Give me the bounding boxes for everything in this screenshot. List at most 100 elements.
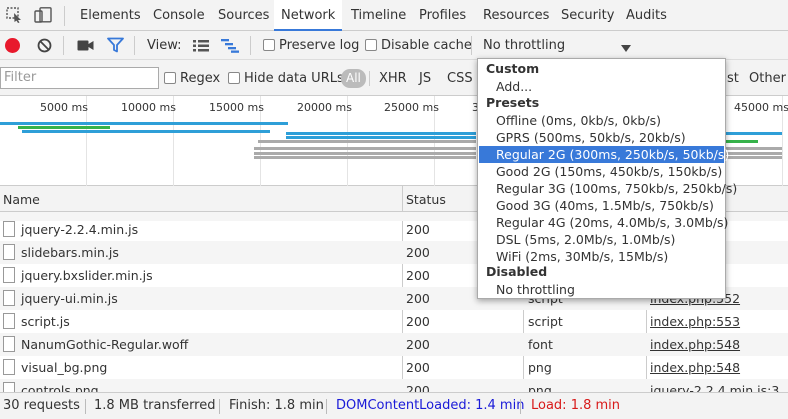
menu-item-offline[interactable]: Offline (0ms, 0kb/s, 0kb/s) <box>479 112 724 129</box>
throttling-menu[interactable]: Custom Add... Presets Offline (0ms, 0kb/… <box>477 58 737 299</box>
overview-bar <box>22 130 270 133</box>
menu-item-gprs[interactable]: GPRS (500ms, 50kb/s, 20kb/s) <box>479 129 724 146</box>
filter-type-js[interactable]: JS <box>419 71 431 86</box>
toolbar-divider <box>134 36 135 55</box>
overview-bar <box>258 140 476 143</box>
request-status: 200 <box>406 314 430 329</box>
filter-type-css[interactable]: CSS <box>447 71 473 86</box>
menu-item-add[interactable]: Add... <box>479 78 724 95</box>
status-divider <box>326 399 327 414</box>
tab-timeline[interactable]: Timeline <box>344 0 413 31</box>
request-name: jquery-2.2.4.min.js <box>21 222 139 237</box>
tab-sources[interactable]: Sources <box>211 0 276 31</box>
record-button[interactable] <box>5 38 20 53</box>
devtools-tabbar: Elements Console Sources Network Timelin… <box>0 0 788 31</box>
overview-bar <box>726 156 782 159</box>
menu-group-custom: Custom <box>486 61 540 76</box>
overview-bar <box>254 152 476 155</box>
request-status: 200 <box>406 291 430 306</box>
column-header-name[interactable]: Name <box>3 192 40 207</box>
device-mode-icon[interactable] <box>34 7 52 23</box>
capture-screenshots-icon[interactable] <box>77 39 94 55</box>
large-rows-icon[interactable] <box>193 40 209 55</box>
overview-bar <box>254 156 476 159</box>
throttling-select[interactable]: No throttling <box>483 38 565 53</box>
tab-profiles[interactable]: Profiles <box>412 0 473 31</box>
file-icon <box>3 290 15 306</box>
menu-item-wifi[interactable]: WiFi (2ms, 30Mb/s, 15Mb/s) <box>479 248 724 265</box>
status-divider <box>520 399 521 414</box>
waterfall-overview-icon[interactable] <box>221 39 239 56</box>
file-icon <box>3 336 15 352</box>
overview-bar <box>18 126 110 129</box>
overview-tick: 25000 ms <box>384 101 439 114</box>
tab-console[interactable]: Console <box>146 0 212 31</box>
filter-type-websocket[interactable]: st <box>727 71 739 86</box>
table-row[interactable]: script.js 200 script index.php:553 <box>0 310 788 333</box>
tab-audits[interactable]: Audits <box>619 0 674 31</box>
request-count: 30 requests <box>3 398 80 413</box>
request-status: 200 <box>406 222 430 237</box>
filter-divider <box>369 71 370 86</box>
request-status: 200 <box>406 383 430 392</box>
tabbar-divider <box>64 6 65 26</box>
menu-item-regular-3g[interactable]: Regular 3G (100ms, 750kb/s, 250kb/s) <box>479 180 737 197</box>
request-initiator-link[interactable]: jquery-2.2.4.min.js:3 <box>650 383 779 392</box>
overview-bar <box>726 152 782 155</box>
menu-item-regular-4g[interactable]: Regular 4G (20ms, 4.0Mb/s, 3.0Mb/s) <box>479 214 728 231</box>
overview-tick: 10000 ms <box>121 101 176 114</box>
filter-input[interactable]: Filter <box>0 67 159 89</box>
tab-security[interactable]: Security <box>554 0 621 31</box>
finish-time: Finish: 1.8 min <box>229 398 324 413</box>
filter-type-xhr[interactable]: XHR <box>379 71 407 86</box>
network-status-bar: 30 requests 1.8 MB transferred Finish: 1… <box>0 392 788 419</box>
overview-bar <box>726 132 782 135</box>
menu-item-regular-2g[interactable]: Regular 2G (300ms, 250kb/s, 50kb/s) <box>479 146 729 163</box>
table-row[interactable]: NanumGothic-Regular.woff 200 font index.… <box>0 333 788 356</box>
tab-resources[interactable]: Resources <box>476 0 556 31</box>
request-initiator-link[interactable]: index.php:548 <box>650 337 740 352</box>
preserve-log-label: Preserve log <box>279 38 360 53</box>
filter-placeholder: Filter <box>4 70 37 85</box>
regex-label: Regex <box>180 71 221 86</box>
regex-checkbox[interactable] <box>164 72 176 84</box>
request-type: png <box>528 383 552 392</box>
overview-bar <box>286 132 476 135</box>
request-name: jquery-ui.min.js <box>21 291 118 306</box>
filter-icon[interactable] <box>107 37 124 56</box>
hide-data-urls-checkbox[interactable] <box>228 72 240 84</box>
inspect-element-icon[interactable] <box>6 7 24 23</box>
disable-cache-checkbox[interactable] <box>365 39 377 51</box>
overview-bar <box>254 147 476 150</box>
request-status: 200 <box>406 337 430 352</box>
load-time: Load: 1.8 min <box>531 398 621 413</box>
table-row[interactable]: visual_bg.png 200 png index.php:548 <box>0 356 788 379</box>
request-name: slidebars.min.js <box>21 245 119 260</box>
filter-type-other[interactable]: Other <box>749 71 786 86</box>
tab-elements[interactable]: Elements <box>73 0 148 31</box>
menu-item-good-2g[interactable]: Good 2G (150ms, 450kb/s, 150kb/s) <box>479 163 724 180</box>
file-icon <box>3 221 15 237</box>
column-header-status[interactable]: Status <box>406 192 446 207</box>
image-file-icon <box>3 382 15 392</box>
request-status: 200 <box>406 360 430 375</box>
table-row[interactable]: controls.png 200 png jquery-2.2.4.min.js… <box>0 379 788 392</box>
toolbar-divider <box>471 36 472 55</box>
request-type: png <box>528 360 552 375</box>
request-name: NanumGothic-Regular.woff <box>21 337 189 352</box>
preserve-log-checkbox[interactable] <box>263 39 275 51</box>
toolbar-divider <box>250 36 251 55</box>
request-name: visual_bg.png <box>21 360 108 375</box>
menu-item-dsl[interactable]: DSL (5ms, 2.0Mb/s, 1.0Mb/s) <box>479 231 724 248</box>
menu-item-good-3g[interactable]: Good 3G (40ms, 1.5Mb/s, 750kb/s) <box>479 197 724 214</box>
request-name: controls.png <box>21 383 99 392</box>
clear-icon[interactable] <box>37 38 52 56</box>
chevron-down-icon[interactable] <box>621 41 631 56</box>
filter-type-all[interactable]: All <box>341 69 366 88</box>
tab-network[interactable]: Network <box>274 0 343 31</box>
request-initiator-link[interactable]: index.php:553 <box>650 314 740 329</box>
request-initiator-link[interactable]: index.php:548 <box>650 360 740 375</box>
status-divider <box>85 399 86 414</box>
request-type: font <box>528 337 553 352</box>
menu-item-no-throttling[interactable]: No throttling <box>479 281 724 298</box>
